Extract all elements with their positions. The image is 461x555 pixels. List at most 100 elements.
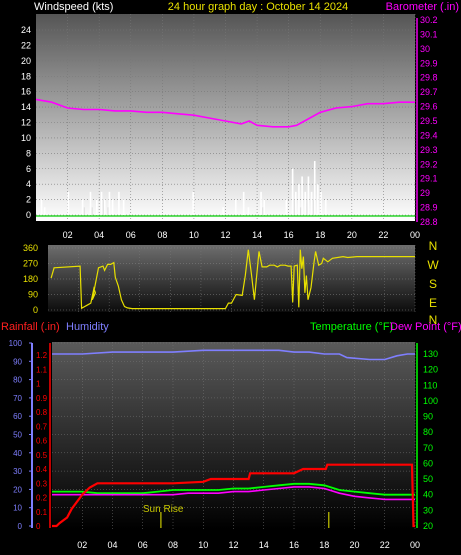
gust-bar — [40, 199, 43, 215]
gust-bar — [222, 207, 224, 215]
barometer-y-tick-label: 30 — [420, 44, 430, 54]
gust-bar — [294, 191, 297, 215]
gust-bar — [313, 161, 316, 215]
barometer-y-tick-label: 29.6 — [420, 102, 438, 112]
wind-panel-background — [36, 14, 415, 221]
wind-x-tick-label: 16 — [284, 230, 294, 240]
temperature-tick-label: 130 — [423, 349, 438, 359]
compass-label: S — [429, 277, 437, 291]
barometer-y-tick-label: 29.7 — [420, 87, 438, 97]
rain-tick-label: 0.3 — [36, 479, 48, 488]
wind-x-tick-label: 06 — [126, 230, 136, 240]
temperature-tick-label: 80 — [423, 427, 433, 437]
dewpoint-axis-title: Dew Point (°F) — [390, 321, 461, 333]
gust-bar — [96, 199, 98, 215]
wind-axis-title: Windspeed (kts) — [34, 1, 113, 13]
direction-y-tick-label: 90 — [28, 290, 38, 300]
gust-bar — [310, 191, 313, 215]
gust-bar — [260, 191, 262, 215]
wind-x-tick-label: 14 — [252, 230, 262, 240]
humidity-tick-label: 60 — [13, 412, 22, 421]
rain-tick-label: 0.9 — [36, 394, 48, 403]
humidity-tick-label: 90 — [13, 357, 22, 366]
gust-bar — [89, 191, 92, 215]
wind-y-tick-label: 2 — [26, 195, 31, 205]
temperature-tick-label: 100 — [423, 396, 438, 406]
barometer-y-tick-label: 29.3 — [420, 145, 438, 155]
rain-tick-label: 0.7 — [36, 422, 48, 431]
gust-bar — [122, 199, 125, 215]
wind-y-tick-label: 4 — [26, 179, 31, 189]
barometer-y-tick-label: 30.2 — [420, 15, 438, 25]
temperature-tick-label: 50 — [423, 474, 433, 484]
gust-bar — [291, 168, 294, 215]
gust-bar — [304, 191, 307, 215]
gust-bar — [263, 199, 265, 215]
temperature-tick-label: 40 — [423, 490, 433, 500]
wind-y-tick-label: 0 — [26, 210, 31, 220]
rain-tick-label: 0.4 — [36, 465, 48, 474]
gust-bar — [100, 191, 103, 215]
direction-y-tick-label: 180 — [23, 274, 38, 284]
wind-bar — [306, 199, 308, 215]
barometer-y-tick-label: 28.8 — [420, 217, 438, 227]
environment-x-tick-label: 18 — [319, 540, 329, 550]
wind-x-tick-label: 00 — [410, 230, 420, 240]
humidity-axis-title: Humidity — [66, 321, 109, 333]
wind-bar — [262, 207, 264, 215]
barometer-y-tick-label: 29.8 — [420, 73, 438, 83]
direction-y-ticks: 360 270 180 90 0 — [23, 243, 38, 315]
environment-x-tick-label: 22 — [380, 540, 390, 550]
wind-bar — [300, 207, 302, 215]
environment-x-tick-label: 10 — [198, 540, 208, 550]
environment-x-tick-label: 06 — [138, 540, 148, 550]
environment-x-tick-label: 08 — [168, 540, 178, 550]
gust-bar — [103, 199, 106, 215]
wind-y-ticks: 242220181614121086420 — [21, 25, 31, 220]
rain-tick-label: 0.2 — [36, 494, 48, 503]
wind-y-tick-label: 12 — [21, 118, 31, 128]
temperature-tick-label: 110 — [423, 380, 437, 390]
barometer-y-tick-label: 29.5 — [420, 116, 438, 126]
barometer-y-tick-label: 29.9 — [420, 58, 438, 68]
barometer-axis-title: Barometer (.in) — [386, 1, 459, 13]
rain-tick-label: 0.5 — [36, 451, 48, 460]
direction-y-tick-label: 270 — [23, 259, 38, 269]
wind-y-tick-label: 18 — [21, 71, 31, 81]
sunrise-label: Sun Rise — [143, 504, 184, 515]
wind-x-tick-label: 20 — [347, 230, 357, 240]
temperature-tick-label: 20 — [423, 521, 433, 531]
rain-tick-label: 0.8 — [36, 408, 48, 417]
temperature-tick-label: 30 — [423, 505, 433, 515]
wind-x-tick-label: 18 — [315, 230, 325, 240]
barometer-y-tick-label: 28.9 — [420, 203, 438, 213]
wind-bar — [102, 199, 104, 215]
humidity-tick-label: 100 — [9, 339, 23, 348]
wind-x-tick-label: 04 — [94, 230, 104, 240]
gust-bar — [298, 184, 300, 215]
compass-labels: NWSEN — [427, 239, 439, 327]
wind-y-tick-label: 8 — [26, 148, 31, 158]
wind-x-tick-label: 10 — [189, 230, 199, 240]
wind-bar — [91, 207, 93, 215]
wind-x-ticks: 02 04 06 08 10 12 14 16 18 20 22 00 — [63, 230, 420, 240]
wind-bar — [312, 199, 314, 215]
gust-bar — [111, 199, 114, 215]
rain-tick-label: 1.2 — [36, 351, 48, 360]
rain-tick-label: 1 — [36, 380, 41, 389]
environment-x-tick-label: 20 — [349, 540, 359, 550]
environment-x-tick-label: 12 — [228, 540, 238, 550]
environment-x-tick-label: 02 — [77, 540, 87, 550]
rain-tick-label: 0.1 — [36, 508, 48, 517]
wind-y-tick-label: 22 — [21, 40, 31, 50]
gust-bar — [324, 199, 327, 215]
wind-y-tick-label: 14 — [21, 102, 31, 112]
wind-x-tick-label: 02 — [63, 230, 73, 240]
gust-bar — [301, 176, 303, 215]
temperature-tick-label: 70 — [423, 443, 433, 453]
gust-bar — [320, 191, 322, 215]
temperature-tick-label: 60 — [423, 458, 433, 468]
gust-bar — [317, 184, 319, 215]
compass-label: N — [429, 239, 438, 253]
gust-bar — [307, 176, 310, 215]
